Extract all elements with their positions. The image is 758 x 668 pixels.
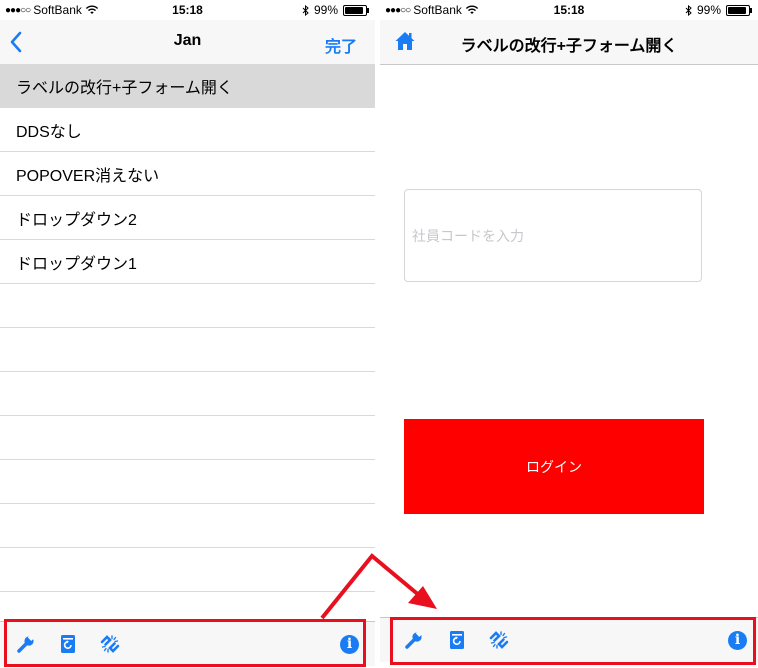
empty-row (0, 328, 375, 372)
empty-row (0, 548, 375, 592)
list-item[interactable]: POPOVER消えない (0, 152, 375, 196)
page-title: ラベルの改行+子フォーム開く (460, 38, 678, 55)
battery-icon (726, 4, 752, 16)
refresh-document-icon[interactable] (446, 629, 468, 651)
broken-link-icon[interactable] (488, 629, 510, 651)
wrench-icon[interactable] (403, 629, 425, 651)
broken-link-icon[interactable] (99, 633, 121, 655)
wrench-icon[interactable] (15, 633, 37, 655)
list-item[interactable]: ドロップダウン1 (0, 240, 375, 284)
list-item[interactable]: DDSなし (0, 108, 375, 152)
battery-percent: 99% (313, 3, 338, 17)
done-button[interactable]: 完了 (325, 33, 357, 57)
empty-row (0, 416, 375, 460)
login-button[interactable]: ログイン (404, 419, 704, 514)
employee-code-input[interactable] (404, 189, 702, 282)
battery-percent: 99% (696, 3, 721, 17)
empty-row (0, 372, 375, 416)
item-list: ラベルの改行+子フォーム開く DDSなし POPOVER消えない ドロップダウン… (0, 64, 375, 592)
empty-row (0, 284, 375, 328)
right-screen: ●●●○○ SoftBank 15:18 99% ラベルの改行+子フォーム開く … (380, 0, 758, 668)
list-item[interactable]: ドロップダウン2 (0, 196, 375, 240)
status-bar: ●●●○○ SoftBank 15:18 99% (0, 0, 375, 20)
page-title: Jan (173, 32, 202, 49)
navigation-bar: Jan 完了 (0, 20, 375, 65)
bottom-toolbar: i (380, 617, 758, 662)
bottom-toolbar: i (0, 621, 375, 666)
left-screen: ●●●○○ SoftBank 15:18 99% Jan 完了 ラベルの改行+子… (0, 0, 375, 668)
info-icon[interactable]: i (340, 635, 359, 654)
refresh-document-icon[interactable] (57, 633, 79, 655)
status-bar: ●●●○○ SoftBank 15:18 99% (380, 0, 758, 20)
empty-row (0, 504, 375, 548)
bluetooth-icon (685, 4, 692, 16)
battery-icon (343, 4, 369, 16)
bluetooth-icon (302, 4, 309, 16)
empty-row (0, 460, 375, 504)
list-item[interactable]: ラベルの改行+子フォーム開く (0, 64, 375, 108)
navigation-bar: ラベルの改行+子フォーム開く (380, 20, 758, 65)
info-icon[interactable]: i (728, 631, 747, 650)
